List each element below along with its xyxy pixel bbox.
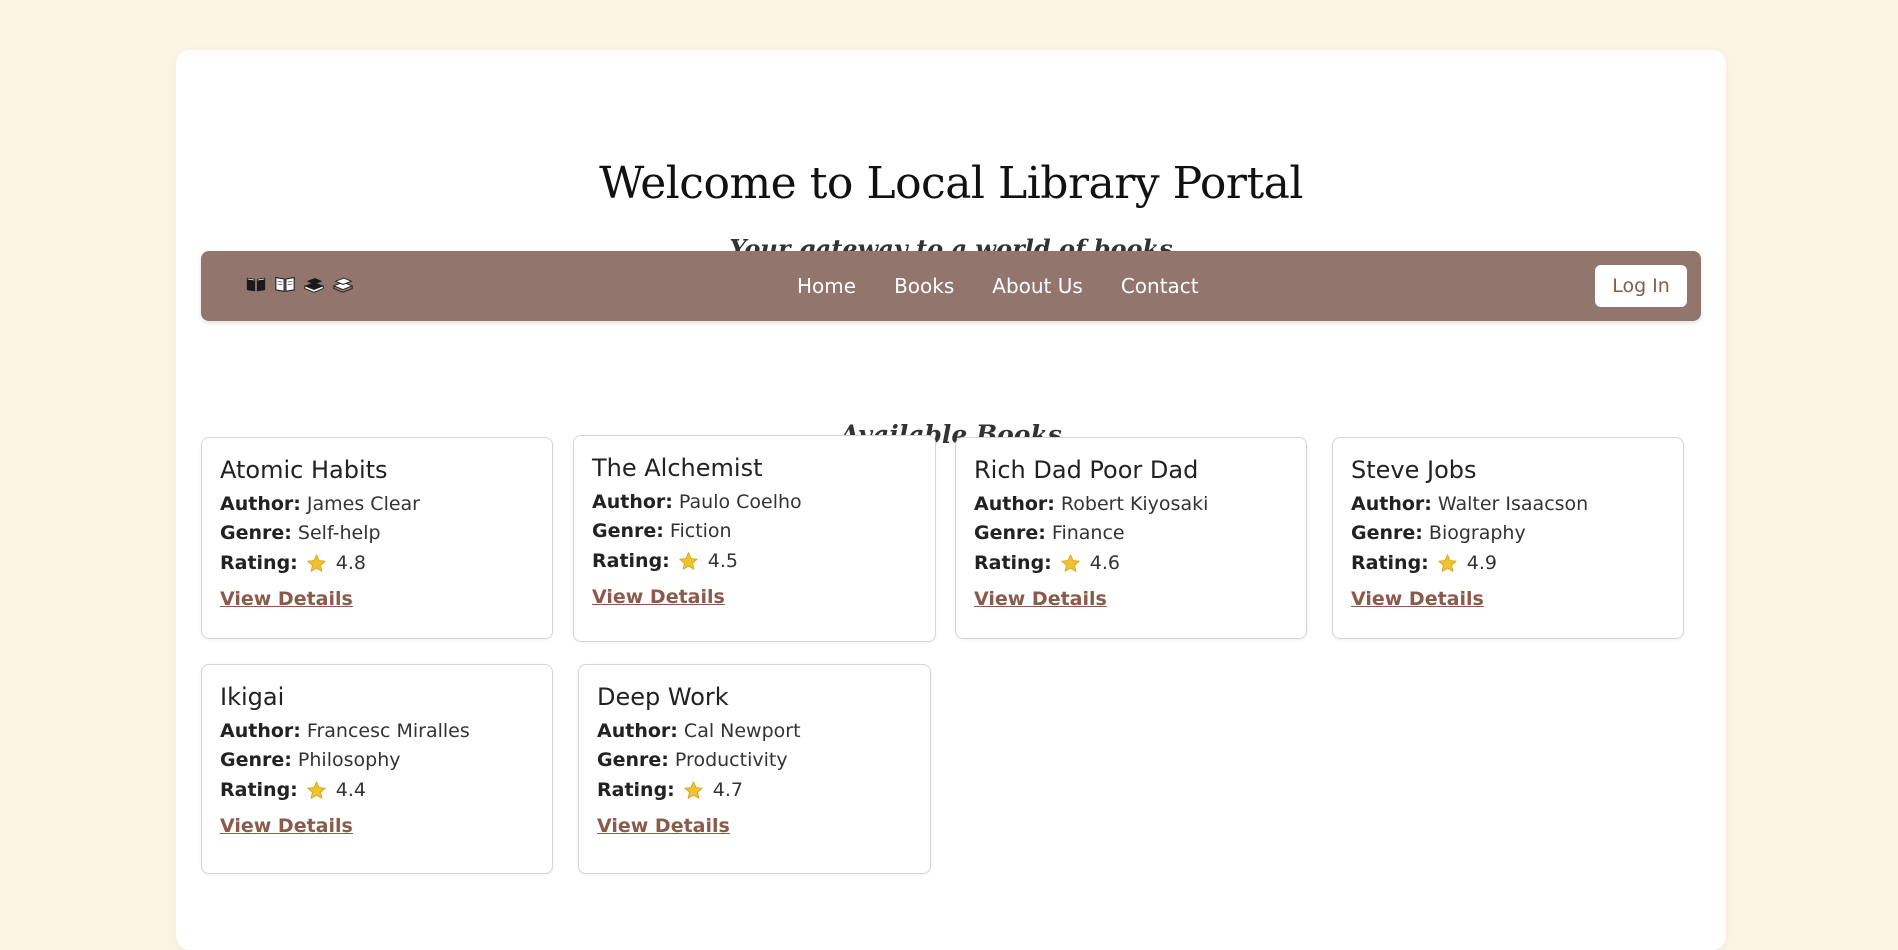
star-icon bbox=[307, 781, 326, 799]
book-title: Atomic Habits bbox=[220, 456, 388, 484]
rating-value: 4.6 bbox=[1089, 552, 1120, 574]
book-genre: Genre: Biography bbox=[1351, 519, 1665, 548]
author-label: Author: bbox=[592, 491, 673, 513]
login-button[interactable]: Log In bbox=[1595, 265, 1687, 307]
author-value: Robert Kiyosaki bbox=[1060, 493, 1209, 515]
view-details-link[interactable]: View Details bbox=[220, 588, 353, 610]
book-genre: Genre: Finance bbox=[974, 519, 1288, 548]
book-author: Author: Cal Newport bbox=[597, 717, 912, 746]
genre-value: Finance bbox=[1051, 522, 1125, 544]
book-title: Rich Dad Poor Dad bbox=[974, 456, 1199, 484]
author-label: Author: bbox=[597, 720, 678, 742]
genre-label: Genre: bbox=[1351, 522, 1423, 544]
genre-label: Genre: bbox=[597, 749, 669, 771]
genre-value: Productivity bbox=[674, 749, 788, 771]
nav-links: Home Books About Us Contact bbox=[797, 251, 1199, 321]
main-container: Welcome to Local Library Portal Your gat… bbox=[176, 50, 1726, 950]
open-book-icon bbox=[275, 276, 295, 292]
book-title: Ikigai bbox=[220, 683, 285, 711]
genre-label: Genre: bbox=[974, 522, 1046, 544]
genre-value: Biography bbox=[1428, 522, 1526, 544]
rating-label: Rating: bbox=[220, 779, 298, 801]
book-card: Deep Work Author: Cal Newport Genre: Pro… bbox=[578, 664, 931, 874]
nav-link-contact[interactable]: Contact bbox=[1121, 274, 1199, 298]
logo bbox=[245, 273, 354, 295]
rating-value: 4.9 bbox=[1466, 552, 1497, 574]
rating-label: Rating: bbox=[974, 552, 1052, 574]
view-details-link[interactable]: View Details bbox=[1351, 588, 1484, 610]
view-details-link[interactable]: View Details bbox=[592, 586, 725, 608]
author-label: Author: bbox=[974, 493, 1055, 515]
book-rating: Rating: 4.4 bbox=[220, 776, 534, 805]
book-author: Author: Paulo Coelho bbox=[592, 488, 917, 517]
author-value: Cal Newport bbox=[683, 720, 801, 742]
page-title: Welcome to Local Library Portal bbox=[599, 158, 1303, 209]
book-card: Steve Jobs Author: Walter Isaacson Genre… bbox=[1332, 437, 1684, 639]
book-rating: Rating: 4.9 bbox=[1351, 549, 1665, 578]
book-author: Author: Francesc Miralles bbox=[220, 717, 534, 746]
author-label: Author: bbox=[220, 493, 301, 515]
book-title: Steve Jobs bbox=[1351, 456, 1477, 484]
genre-value: Self-help bbox=[297, 522, 381, 544]
star-icon bbox=[684, 781, 703, 799]
view-details-link[interactable]: View Details bbox=[597, 815, 730, 837]
book-genre: Genre: Fiction bbox=[592, 517, 917, 546]
rating-label: Rating: bbox=[1351, 552, 1429, 574]
author-value: Walter Isaacson bbox=[1437, 493, 1589, 515]
book-rating: Rating: 4.5 bbox=[592, 547, 917, 576]
rating-label: Rating: bbox=[597, 779, 675, 801]
author-label: Author: bbox=[220, 720, 301, 742]
star-icon bbox=[1061, 554, 1080, 572]
nav-link-home[interactable]: Home bbox=[797, 274, 856, 298]
author-label: Author: bbox=[1351, 493, 1432, 515]
book-genre: Genre: Productivity bbox=[597, 746, 912, 775]
book-author: Author: James Clear bbox=[220, 490, 534, 519]
star-icon bbox=[307, 554, 326, 572]
book-card: Atomic Habits Author: James Clear Genre:… bbox=[201, 437, 553, 639]
author-value: Francesc Miralles bbox=[306, 720, 470, 742]
nav-link-about-us[interactable]: About Us bbox=[992, 274, 1083, 298]
book-card: The Alchemist Author: Paulo Coelho Genre… bbox=[573, 435, 936, 642]
open-book-icon bbox=[246, 277, 266, 292]
book-title: The Alchemist bbox=[592, 454, 763, 482]
book-card: Rich Dad Poor Dad Author: Robert Kiyosak… bbox=[955, 437, 1307, 639]
view-details-link[interactable]: View Details bbox=[220, 815, 353, 837]
star-icon bbox=[679, 552, 698, 570]
rating-label: Rating: bbox=[592, 550, 670, 572]
nav-link-books[interactable]: Books bbox=[894, 274, 954, 298]
view-details-link[interactable]: View Details bbox=[974, 588, 1107, 610]
rating-value: 4.4 bbox=[335, 779, 366, 801]
genre-label: Genre: bbox=[592, 520, 664, 542]
genre-value: Philosophy bbox=[297, 749, 401, 771]
author-value: James Clear bbox=[306, 493, 420, 515]
genre-value: Fiction bbox=[669, 520, 732, 542]
book-card: Ikigai Author: Francesc Miralles Genre: … bbox=[201, 664, 553, 874]
book-rating: Rating: 4.8 bbox=[220, 549, 534, 578]
rating-value: 4.7 bbox=[712, 779, 743, 801]
navbar: Home Books About Us Contact Log In bbox=[201, 251, 1701, 321]
rating-value: 4.5 bbox=[707, 550, 738, 572]
book-rating: Rating: 4.7 bbox=[597, 776, 912, 805]
book-genre: Genre: Self-help bbox=[220, 519, 534, 548]
book-title: Deep Work bbox=[597, 683, 729, 711]
book-author: Author: Walter Isaacson bbox=[1351, 490, 1665, 519]
genre-label: Genre: bbox=[220, 749, 292, 771]
author-value: Paulo Coelho bbox=[678, 491, 802, 513]
book-author: Author: Robert Kiyosaki bbox=[974, 490, 1288, 519]
rating-label: Rating: bbox=[220, 552, 298, 574]
star-icon bbox=[1438, 554, 1457, 572]
book-stack-icon bbox=[332, 277, 354, 293]
book-stack-icon bbox=[304, 278, 324, 293]
book-genre: Genre: Philosophy bbox=[220, 746, 534, 775]
rating-value: 4.8 bbox=[335, 552, 366, 574]
genre-label: Genre: bbox=[220, 522, 292, 544]
book-rating: Rating: 4.6 bbox=[974, 549, 1288, 578]
